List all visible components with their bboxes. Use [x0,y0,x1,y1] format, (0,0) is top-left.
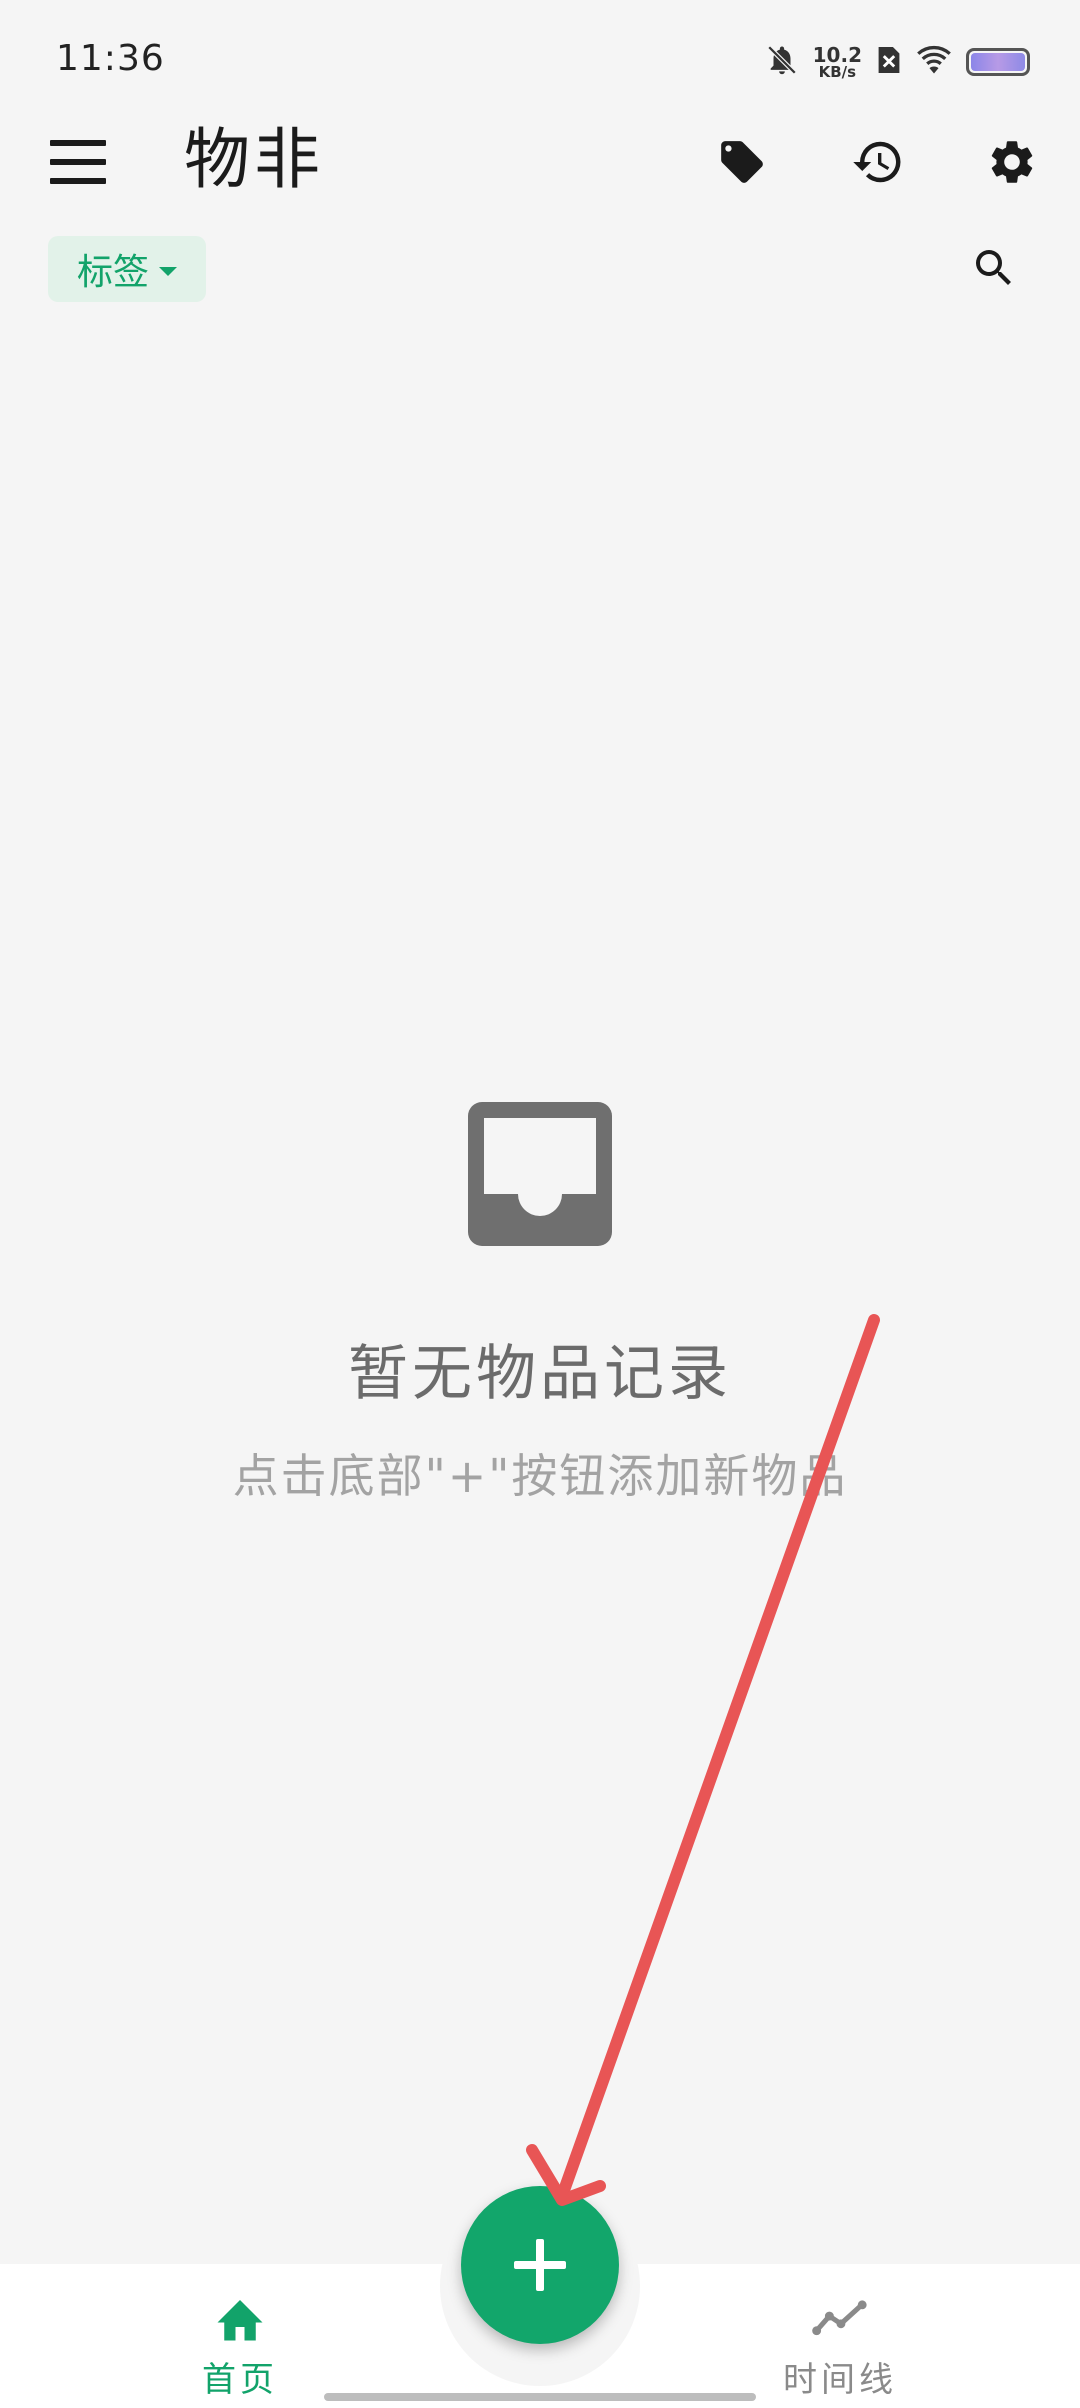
search-button[interactable] [964,238,1024,298]
history-button[interactable] [848,132,908,192]
home-icon [212,2290,268,2346]
wifi-icon [916,44,952,80]
history-icon [853,141,901,183]
tag-button[interactable] [712,132,772,192]
status-bar: 11:36 10.2 KB/s [0,0,1080,120]
menu-icon-line [50,178,106,184]
home-indicator [324,2393,756,2401]
menu-icon-line [50,140,106,146]
bell-off-icon [765,43,799,81]
tag-filter-label: 标签 [76,252,149,293]
inbox-icon [468,1102,612,1246]
empty-state-hint: 点击底部"+"按钮添加新物品 [232,1449,848,1503]
nav-item-home[interactable]: 首页 [110,2264,370,2408]
menu-button[interactable] [50,140,106,184]
settings-button[interactable] [982,132,1042,192]
nav-item-timeline[interactable]: 时间线 [710,2264,970,2408]
plus-icon [514,2239,566,2291]
timeline-icon [812,2290,868,2346]
menu-icon-line [50,159,106,165]
app-screen: 11:36 10.2 KB/s 物非 标签 暂无物品记录 点击底部"+"按钮添加… [0,0,1080,2408]
app-bar: 物非 [0,120,1080,200]
nav-item-timeline-label: 时间线 [783,2360,897,2400]
status-icons: 10.2 KB/s [765,40,1030,84]
sim-off-icon [876,44,902,80]
battery-icon [966,48,1030,76]
net-speed-value: 10.2 [812,42,862,67]
page-title: 物非 [184,121,324,198]
tag-filter-chip[interactable]: 标签 [48,236,206,302]
nav-item-home-label: 首页 [202,2360,278,2400]
net-speed-unit: KB/s [818,62,857,81]
tag-icon [721,141,763,183]
net-speed: 10.2 KB/s [813,45,862,80]
status-time: 11:36 [56,38,165,79]
empty-state-title: 暂无物品记录 [348,1339,732,1409]
search-icon [976,250,1011,285]
settings-icon [991,141,1033,183]
add-item-button[interactable] [461,2186,619,2344]
caret-down-icon [159,266,177,276]
